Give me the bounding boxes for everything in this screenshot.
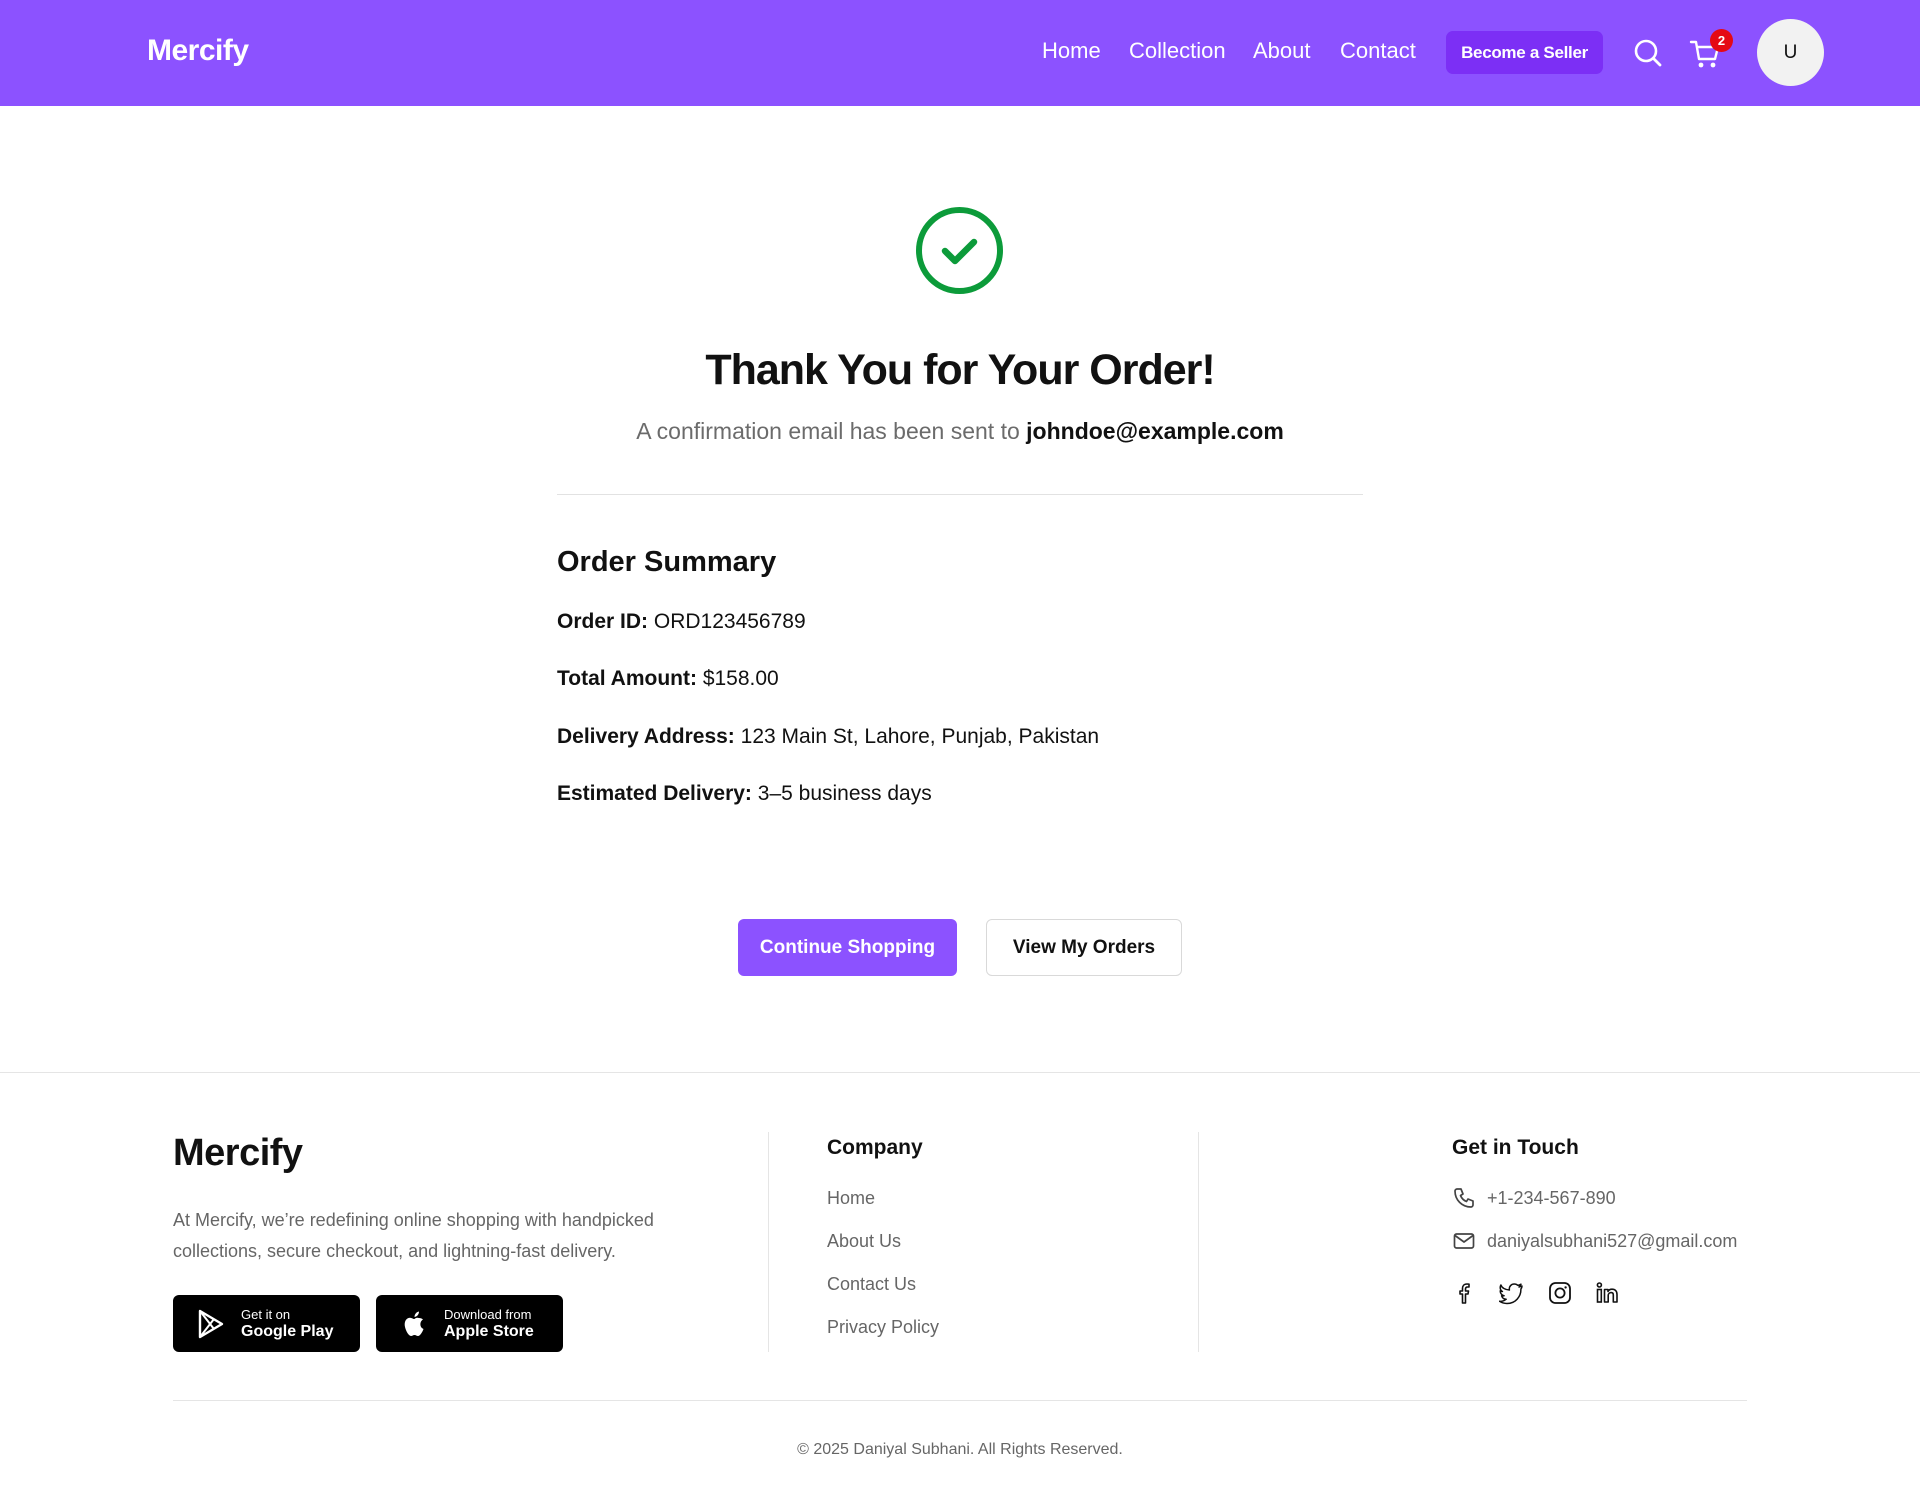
delivery-address-label: Delivery Address: (557, 725, 735, 748)
instagram-icon[interactable] (1547, 1280, 1573, 1306)
footer-column-separator (768, 1132, 769, 1352)
footer-link-about[interactable]: About Us (827, 1231, 901, 1252)
google-play-big-text: Google Play (241, 1323, 334, 1340)
twitter-icon[interactable] (1499, 1280, 1525, 1306)
contact-phone-row: +1-234-567-890 (1452, 1186, 1616, 1210)
nav-contact[interactable]: Contact (1340, 38, 1416, 64)
apple-store-big-text: Apple Store (444, 1323, 534, 1340)
phone-icon (1454, 1188, 1474, 1208)
view-my-orders-button[interactable]: View My Orders (986, 919, 1182, 976)
estimated-delivery-row: Estimated Delivery: 3–5 business days (557, 782, 932, 806)
apple-store-small-text: Download from (444, 1307, 532, 1322)
nav-home[interactable]: Home (1042, 38, 1101, 64)
footer-bottom-divider (173, 1400, 1747, 1401)
google-play-button[interactable]: Get it on Google Play (173, 1295, 360, 1352)
facebook-icon[interactable] (1452, 1280, 1478, 1306)
delivery-address-row: Delivery Address: 123 Main St, Lahore, P… (557, 725, 1099, 749)
nav-collection[interactable]: Collection (1129, 38, 1226, 64)
estimated-delivery-value: 3–5 business days (757, 782, 932, 805)
order-id-row: Order ID: ORD123456789 (557, 610, 806, 634)
order-id-value: ORD123456789 (653, 610, 806, 633)
nav-about[interactable]: About (1253, 38, 1311, 64)
copyright-text: © 2025 Daniyal Subhani. All Rights Reser… (797, 1441, 1123, 1458)
become-seller-button[interactable]: Become a Seller (1446, 31, 1603, 74)
continue-shopping-button[interactable]: Continue Shopping (738, 919, 957, 976)
confirmation-title: Thank You for Your Order! (705, 346, 1215, 394)
confirmation-subtitle-text: A confirmation email has been sent to (636, 418, 1020, 444)
get-in-touch-title: Get in Touch (1452, 1136, 1579, 1159)
footer-about-text: At Mercify, we’re redefining online shop… (173, 1210, 654, 1261)
footer-link-contact[interactable]: Contact Us (827, 1274, 916, 1295)
contact-email-row: daniyalsubhani527@gmail.com (1452, 1229, 1737, 1253)
cart-count-badge: 2 (1710, 29, 1733, 52)
footer-column-separator (1198, 1132, 1199, 1352)
apple-store-button[interactable]: Download from Apple Store (376, 1295, 563, 1352)
delivery-address-value: 123 Main St, Lahore, Punjab, Pakistan (740, 725, 1100, 748)
confirmation-email: johndoe@example.com (1026, 418, 1284, 444)
confirmation-subtitle: A confirmation email has been sent to jo… (0, 418, 1920, 445)
footer-divider (0, 1072, 1920, 1073)
site-logo[interactable]: Mercify (147, 34, 249, 68)
check-circle-icon (916, 207, 1003, 294)
company-title: Company (827, 1136, 923, 1159)
footer-logo: Mercify (173, 1132, 303, 1174)
contact-phone[interactable]: +1-234-567-890 (1487, 1188, 1616, 1209)
order-summary-title: Order Summary (557, 546, 777, 578)
total-amount-value: $158.00 (702, 667, 779, 690)
mail-icon (1453, 1233, 1475, 1249)
top-navbar: Mercify Home Collection About Contact Be… (0, 0, 1920, 106)
contact-email[interactable]: daniyalsubhani527@gmail.com (1487, 1231, 1737, 1252)
order-id-label: Order ID: (557, 610, 649, 633)
estimated-delivery-label: Estimated Delivery: (557, 782, 752, 805)
linkedin-icon[interactable] (1595, 1280, 1621, 1306)
apple-icon (404, 1311, 424, 1336)
google-play-small-text: Get it on (241, 1307, 291, 1322)
user-avatar[interactable]: U (1757, 19, 1824, 86)
google-play-icon (198, 1309, 224, 1339)
search-icon[interactable] (1633, 38, 1663, 68)
footer-link-privacy[interactable]: Privacy Policy (827, 1317, 939, 1338)
total-amount-row: Total Amount: $158.00 (557, 667, 779, 691)
section-divider (557, 494, 1363, 495)
footer-link-home[interactable]: Home (827, 1188, 875, 1209)
total-amount-label: Total Amount: (557, 667, 697, 690)
